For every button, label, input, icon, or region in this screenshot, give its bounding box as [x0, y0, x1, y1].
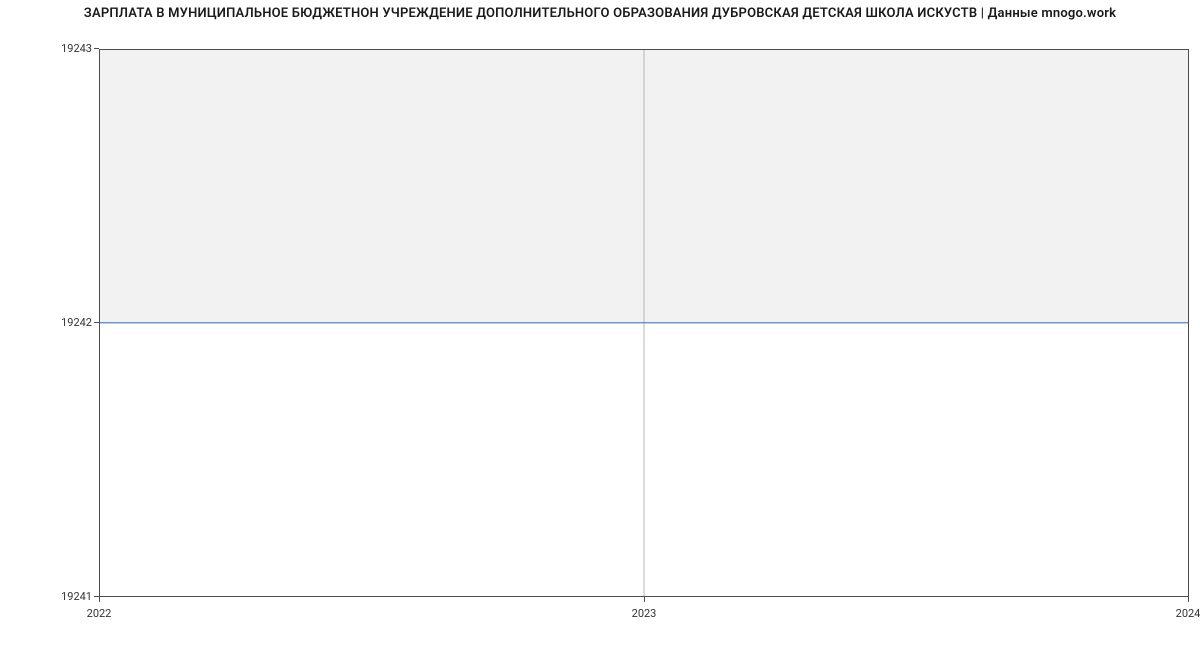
- y-tick-label: 19241: [44, 591, 92, 602]
- plot-area: [99, 49, 1189, 597]
- x-tick-label: 2024: [1176, 608, 1200, 619]
- x-tick-label: 2023: [632, 608, 657, 619]
- y-tick-label: 19242: [44, 317, 92, 328]
- x-tick-mark: [644, 597, 645, 602]
- x-tick-mark: [99, 597, 100, 602]
- x-tick-label: 2022: [87, 608, 112, 619]
- chart-title: ЗАРПЛАТА В МУНИЦИПАЛЬНОЕ БЮДЖЕТНОН УЧРЕЖ…: [0, 6, 1200, 21]
- y-tick-label: 19243: [44, 43, 92, 54]
- x-tick-mark: [1188, 597, 1189, 602]
- chart-container: ЗАРПЛАТА В МУНИЦИПАЛЬНОЕ БЮДЖЕТНОН УЧРЕЖ…: [0, 0, 1200, 650]
- series-line: [100, 322, 1188, 323]
